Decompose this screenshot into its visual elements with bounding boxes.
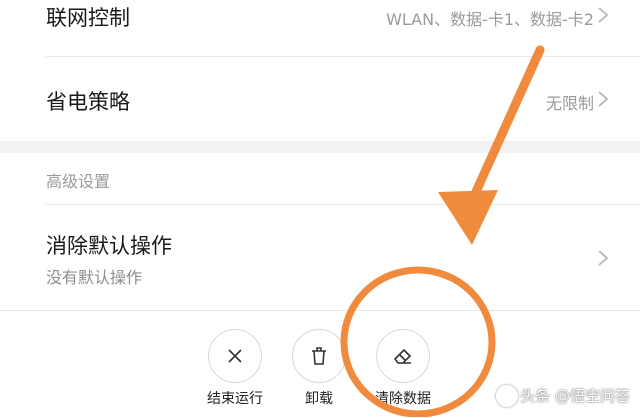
trash-icon <box>292 329 346 383</box>
clear-defaults-title: 消除默认操作 <box>46 234 172 258</box>
chevron-right-icon <box>598 7 609 23</box>
force-stop-button[interactable]: 结束运行 <box>190 311 280 418</box>
power-saving-value: 无限制 <box>545 94 594 113</box>
annotation-arrowhead <box>438 190 498 245</box>
network-control-value: WLAN、数据-卡1、数据-卡2 <box>386 10 594 29</box>
chevron-right-icon <box>598 91 609 107</box>
network-control-row[interactable]: 联网控制 WLAN、数据-卡1、数据-卡2 <box>0 0 640 56</box>
section-gap <box>0 141 640 153</box>
watermark: 头条 @悟空问答 <box>496 385 630 407</box>
section-header: 高级设置 <box>46 172 111 191</box>
network-control-title: 联网控制 <box>46 6 130 30</box>
clear-data-label: 清除数据 <box>375 391 431 407</box>
power-saving-title: 省电策略 <box>46 90 130 114</box>
force-stop-label: 结束运行 <box>207 391 263 407</box>
clear-data-button[interactable]: 清除数据 <box>358 311 448 418</box>
watermark-text: 头条 @悟空问答 <box>520 387 630 405</box>
uninstall-label: 卸载 <box>305 391 333 407</box>
power-saving-row[interactable]: 省电策略 无限制 <box>0 57 640 141</box>
close-icon <box>208 329 262 383</box>
clear-defaults-subtitle: 没有默认操作 <box>46 268 143 287</box>
uninstall-button[interactable]: 卸载 <box>274 311 364 418</box>
chevron-right-icon <box>598 250 609 266</box>
divider <box>46 204 640 205</box>
eraser-icon <box>376 329 430 383</box>
